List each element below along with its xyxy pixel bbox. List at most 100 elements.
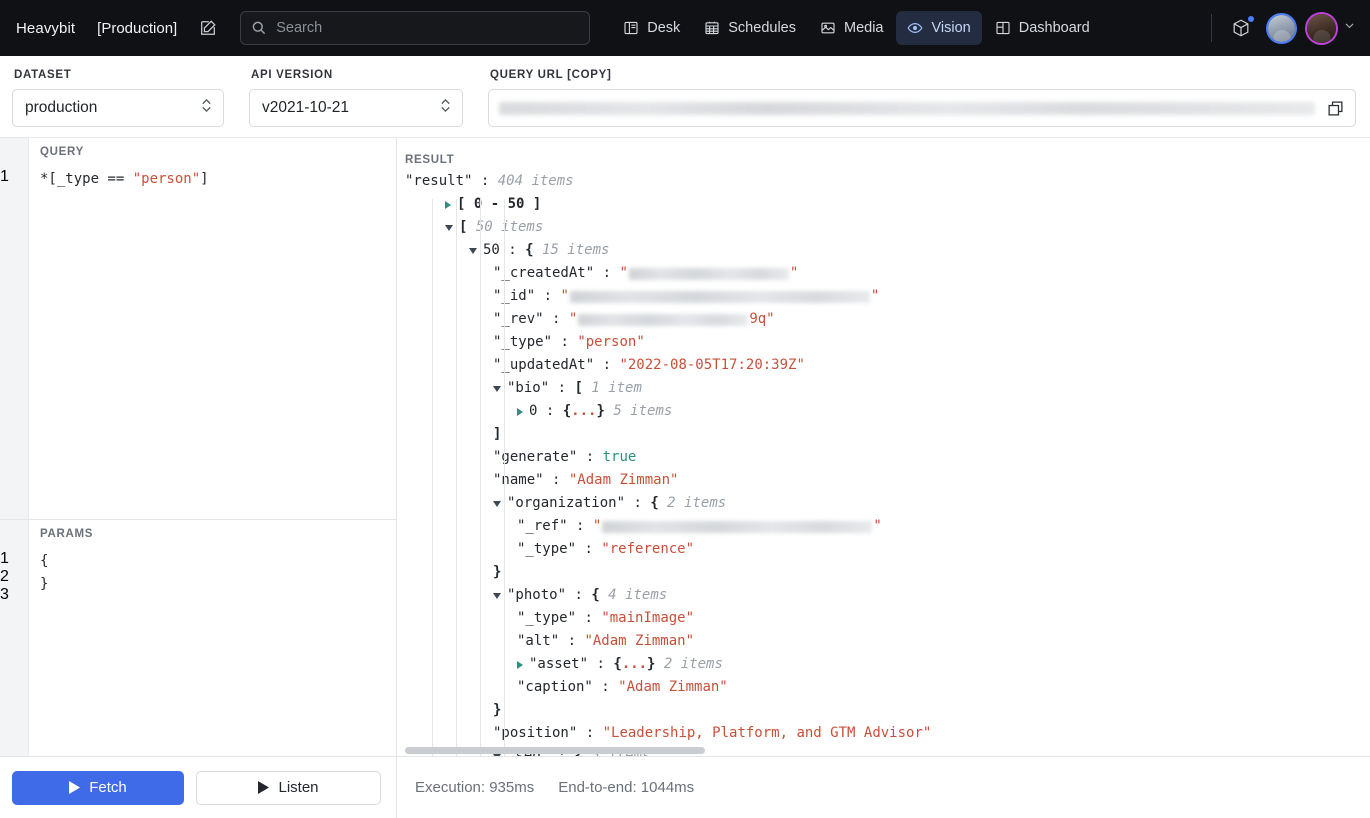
topbar-right-cluster: [1203, 13, 1356, 43]
expand-triangle-icon[interactable]: [445, 200, 451, 209]
nav-item-media[interactable]: Media: [809, 11, 895, 45]
result-root-count: 404 items: [497, 173, 574, 189]
result-value: true: [602, 449, 637, 465]
query-controls-bar: DATASET production API VERSION v2021-10-…: [0, 56, 1370, 138]
params-code[interactable]: {}: [40, 550, 392, 596]
separator: :: [552, 334, 578, 350]
query-code[interactable]: *[_type == "person"]: [40, 168, 392, 191]
nav-label-schedules: Schedules: [728, 20, 796, 36]
result-tree-row[interactable]: "_type" : "mainImage": [405, 607, 1370, 630]
result-tree-row[interactable]: "asset" : {...} 2 items: [405, 653, 1370, 676]
api-version-value: v2021-10-21: [262, 99, 350, 116]
result-key: "alt": [517, 633, 560, 649]
redacted-value: [628, 267, 789, 280]
result-tree-row[interactable]: "_type" : "reference": [405, 538, 1370, 561]
result-tree-row[interactable]: "_rev" : " 9q": [405, 308, 1370, 331]
result-tree[interactable]: "result" : 404 items [ 0 - 50 ] [ 50 item…: [397, 170, 1370, 756]
result-tree-row[interactable]: "_createdAt" : " ": [405, 262, 1370, 285]
collapse-triangle-icon[interactable]: [493, 385, 501, 392]
separator: :: [567, 518, 593, 534]
dataset-select[interactable]: production: [12, 89, 224, 127]
result-tree-rows: [ 0 - 50 ] [ 50 items 50 : { 15 items "_cre…: [405, 193, 1370, 756]
grid-icon: [996, 21, 1010, 35]
query-url-input[interactable]: [488, 89, 1356, 127]
result-value: "Adam Zimman": [568, 472, 679, 488]
result-tree-row[interactable]: "_ref" : " ": [405, 515, 1370, 538]
result-key: "organization": [507, 495, 626, 511]
query-code-string: "person": [132, 171, 201, 187]
result-tree-row[interactable]: }: [405, 699, 1370, 722]
avatar-user-secondary[interactable]: [1268, 14, 1295, 42]
nav-label-dashboard: Dashboard: [1018, 20, 1090, 36]
collapse-triangle-icon[interactable]: [445, 224, 453, 231]
api-version-select[interactable]: v2021-10-21: [249, 89, 463, 127]
expand-triangle-icon[interactable]: [517, 407, 523, 416]
result-tree-row[interactable]: "_updatedAt" : "2022-08-05T17:20:39Z": [405, 354, 1370, 377]
indent-guide: [456, 199, 457, 756]
redacted-value: [602, 520, 873, 533]
query-editor[interactable]: 1 QUERY *[_type == "person"]: [0, 138, 396, 520]
result-pane-label: RESULT: [405, 154, 455, 166]
separator: :: [594, 357, 620, 373]
footer-bar: Fetch Listen Execution: 935ms End-to-end…: [0, 756, 1370, 818]
expand-triangle-icon[interactable]: [517, 660, 523, 669]
query-line-numbers: 1: [0, 168, 29, 186]
query-url-label[interactable]: QUERY URL [COPY]: [490, 69, 1356, 81]
collapse-triangle-icon[interactable]: [493, 500, 501, 507]
result-tree-row[interactable]: "photo" : { 4 items: [405, 584, 1370, 607]
result-tree-row[interactable]: "name" : "Adam Zimman": [405, 469, 1370, 492]
copy-icon[interactable]: [1323, 96, 1347, 120]
result-quote: ": [870, 288, 880, 304]
separator: :: [592, 679, 619, 695]
search-input[interactable]: Search: [240, 11, 591, 45]
listen-button[interactable]: Listen: [196, 770, 381, 805]
play-icon: [258, 781, 270, 794]
result-tree-row[interactable]: "_id" : " ": [405, 285, 1370, 308]
avatar-user-current[interactable]: [1307, 13, 1336, 43]
nav-label-desk: Desk: [647, 20, 681, 36]
result-key: 0: [529, 403, 538, 419]
listen-label: Listen: [278, 779, 319, 796]
result-tree-row[interactable]: [ 50 items: [405, 216, 1370, 239]
result-tree-row[interactable]: "alt" : "Adam Zimman": [405, 630, 1370, 653]
result-tree-row[interactable]: ]: [405, 423, 1370, 446]
main-nav: Desk Schedules Media Vision Dashboard: [612, 11, 1100, 45]
params-editor[interactable]: 1 2 3 PARAMS {}: [0, 520, 396, 756]
compose-icon[interactable]: [193, 13, 223, 43]
separator: :: [549, 380, 575, 396]
nav-item-schedules[interactable]: Schedules: [693, 11, 807, 45]
nav-item-desk[interactable]: Desk: [612, 11, 691, 45]
result-key: "bio": [507, 380, 550, 396]
result-tree-row[interactable]: "_type" : "person": [405, 331, 1370, 354]
result-tree-row[interactable]: "organization" : { 2 items: [405, 492, 1370, 515]
result-tree-row[interactable]: "bio" : [ 1 item: [405, 377, 1370, 400]
nav-item-vision[interactable]: Vision: [896, 11, 982, 45]
collapse-triangle-icon[interactable]: [469, 247, 477, 254]
result-horizontal-scrollbar[interactable]: [405, 747, 1362, 754]
fetch-button[interactable]: Fetch: [12, 770, 184, 805]
result-tree-row[interactable]: 50 : { 15 items: [405, 239, 1370, 262]
result-key: "_type": [517, 541, 577, 557]
result-tree-row[interactable]: "generate" : true: [405, 446, 1370, 469]
result-tree-row[interactable]: }: [405, 561, 1370, 584]
scrollbar-thumb[interactable]: [405, 747, 705, 754]
line-number: 3: [0, 586, 9, 603]
project-name[interactable]: [Production]: [97, 20, 177, 37]
brand-name[interactable]: Heavybit: [16, 20, 75, 37]
result-key: "asset": [529, 656, 589, 672]
result-tree-row[interactable]: 0 : {...} 5 items: [405, 400, 1370, 423]
result-tree-row[interactable]: "position" : "Leadership, Platform, and …: [405, 722, 1370, 745]
chevron-down-icon[interactable]: [1343, 19, 1356, 37]
collapse-triangle-icon[interactable]: [493, 592, 501, 599]
execution-time: Execution: 935ms: [415, 779, 535, 796]
result-range-label: [ 0 - 50 ]: [457, 196, 542, 212]
nav-item-dashboard[interactable]: Dashboard: [984, 11, 1101, 45]
result-collapsed-brace: {...}: [562, 403, 614, 419]
package-badge-dot: [1248, 16, 1254, 22]
result-tree-row[interactable]: [ 0 - 50 ]: [405, 193, 1370, 216]
desk-icon: [624, 21, 638, 35]
result-tree-row[interactable]: "caption" : "Adam Zimman": [405, 676, 1370, 699]
calendar-icon: [705, 21, 719, 35]
package-icon[interactable]: [1226, 13, 1256, 43]
result-key: "generate": [493, 449, 578, 465]
